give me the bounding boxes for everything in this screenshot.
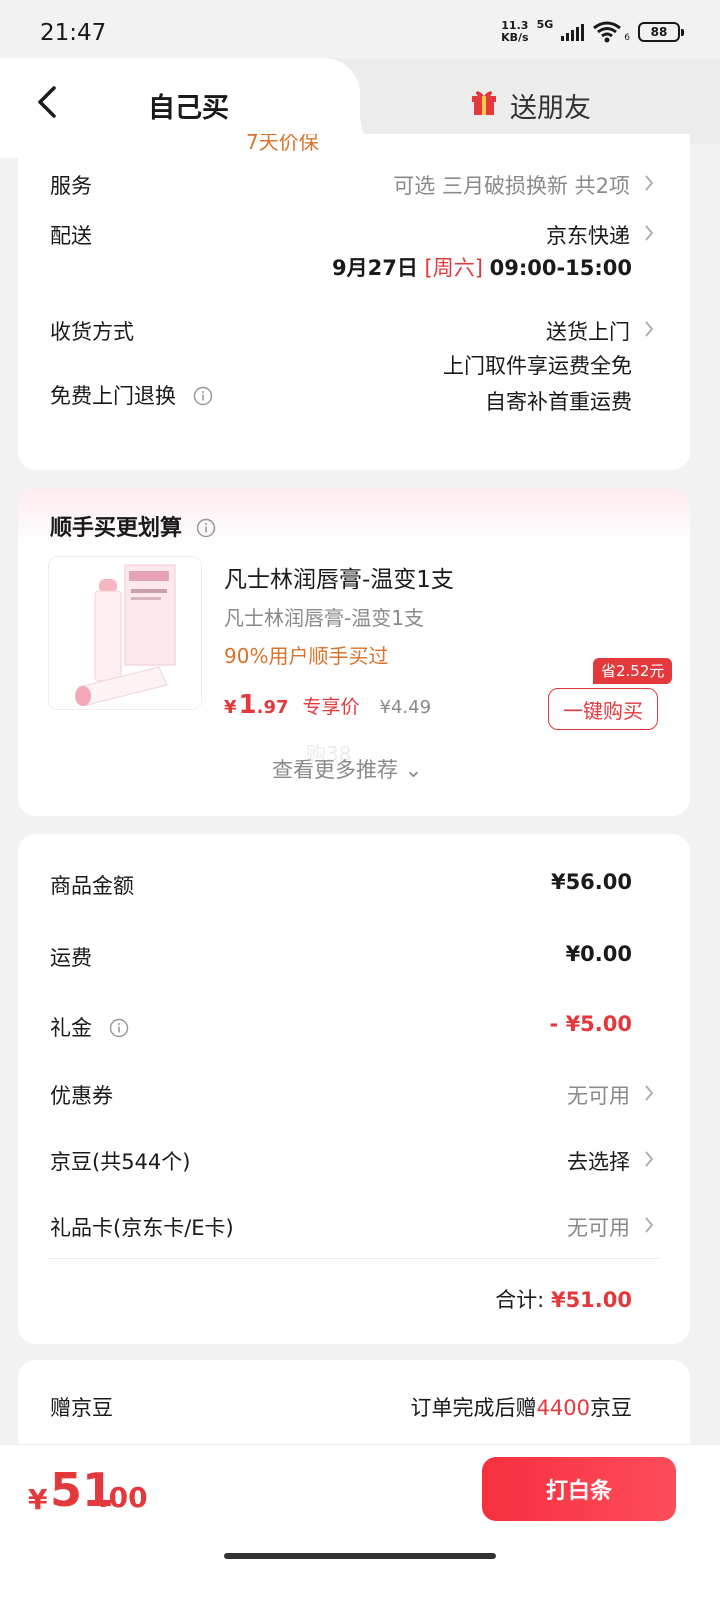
- net-speed-unit: KB/s: [501, 31, 529, 44]
- gift-cash-label-text: 礼金: [50, 1016, 92, 1040]
- network-type: 5G: [536, 17, 554, 31]
- divider: [48, 1258, 660, 1259]
- return-line1: 上门取件享运费全免: [443, 354, 632, 378]
- return-label-text: 免费上门退换: [50, 384, 176, 408]
- chevron-right-icon[interactable]: [644, 1216, 654, 1234]
- price-integer: 1: [238, 690, 257, 720]
- shipping-value: ¥0.00: [565, 942, 632, 966]
- gift-card-label: 礼品卡(京东卡/E卡): [50, 1216, 234, 1240]
- tab-buy-self-label: 自己买: [148, 93, 229, 124]
- goods-amount-value: ¥56.00: [550, 870, 632, 894]
- gift-cash-label: 礼金: [50, 1012, 129, 1042]
- coupon-value[interactable]: 无可用: [567, 1080, 630, 1110]
- chevron-right-icon[interactable]: [644, 320, 654, 338]
- status-time: 21:47: [40, 20, 107, 46]
- addon-product-name[interactable]: 凡士林润唇膏-温变1支: [224, 560, 454, 594]
- order-options-card: 7天价保 服务 可选 三月破损换新 共2项 配送 京东快递 9月27日 [周六]…: [18, 134, 690, 470]
- chevron-right-icon[interactable]: [644, 1084, 654, 1102]
- addon-product-sub: 凡士林润唇膏-温变1支: [224, 606, 424, 630]
- return-label: 免费上门退换: [50, 380, 213, 410]
- one-click-buy-button[interactable]: 一键购买: [548, 688, 658, 730]
- price-decimal: .97: [256, 697, 289, 718]
- bonus-value: 订单完成后赠4400京豆: [411, 1392, 632, 1422]
- bonus-amount: 4400: [536, 1396, 590, 1420]
- service-label: 服务: [50, 174, 92, 198]
- chevron-right-icon[interactable]: [644, 1150, 654, 1168]
- bonus-jingdou-card: 赠京豆 订单完成后赠4400京豆: [18, 1360, 690, 1450]
- price-currency: ¥: [224, 697, 237, 718]
- wifi-icon: [593, 21, 622, 43]
- pay-baitiao-button[interactable]: 打白条: [482, 1457, 676, 1521]
- product-image[interactable]: [48, 556, 202, 710]
- total-row: 合计: ¥51.00: [495, 1284, 632, 1314]
- lip-balm-image: [75, 564, 176, 706]
- delivery-window: 09:00-15:00: [489, 256, 632, 280]
- delivery-carrier[interactable]: 京东快递: [546, 220, 630, 250]
- exclusive-price-label: 专享价: [302, 696, 360, 718]
- return-line2: 自寄补首重运费: [485, 390, 632, 414]
- goods-amount-label: 商品金额: [50, 874, 134, 898]
- chevron-right-icon[interactable]: [644, 224, 654, 242]
- addon-title: 顺手买更划算: [50, 510, 216, 542]
- gift-icon: [472, 91, 496, 115]
- status-bar: 21:47 11.3 KB/s 5G 6 88: [0, 0, 720, 62]
- addon-tag: 90%用户顺手买过: [224, 644, 389, 668]
- jingdou-value[interactable]: 去选择: [567, 1146, 630, 1176]
- delivery-label: 配送: [50, 224, 92, 248]
- coupon-label: 优惠券: [50, 1084, 113, 1108]
- wifi-sub: 6: [624, 33, 630, 43]
- shipping-label: 运费: [50, 946, 92, 970]
- delivery-time[interactable]: 9月27日 [周六] 09:00-15:00: [332, 252, 632, 282]
- battery-level: 88: [650, 25, 668, 39]
- signal-icon: [561, 23, 585, 41]
- original-price: ¥4.49: [379, 697, 432, 718]
- status-icons: 11.3 KB/s 5G 6 88: [501, 17, 684, 44]
- back-arrow-icon[interactable]: [34, 82, 62, 122]
- delivery-date: 9月27日: [331, 256, 418, 280]
- gift-cash-value: - ¥5.00: [549, 1012, 632, 1036]
- receive-label: 收货方式: [50, 320, 134, 344]
- chevron-right-icon[interactable]: [644, 174, 654, 192]
- total-value: ¥51.00: [550, 1288, 632, 1312]
- save-badge: 省2.52元: [593, 658, 673, 684]
- pay-amount-decimal: .00: [98, 1481, 148, 1514]
- addon-title-text: 顺手买更划算: [50, 516, 183, 541]
- bonus-prefix: 订单完成后赠: [410, 1396, 537, 1420]
- total-label: 合计:: [495, 1288, 545, 1312]
- info-icon[interactable]: [193, 386, 213, 406]
- receive-value[interactable]: 送货上门: [546, 316, 630, 346]
- purchase-tabs: 送朋友 自己买: [0, 58, 720, 158]
- addon-price: ¥ 1 .97 专享价 ¥4.49: [224, 690, 431, 720]
- bonus-label: 赠京豆: [50, 1396, 113, 1420]
- info-icon[interactable]: [109, 1018, 129, 1038]
- service-value[interactable]: 可选 三月破损换新 共2项: [393, 170, 630, 200]
- bonus-suffix: 京豆: [590, 1396, 632, 1420]
- addon-card: 顺手买更划算 凡士林润唇膏-温变1支 凡士林润唇膏-温变1支 90%用户顺手买过…: [18, 488, 690, 816]
- tab-send-friend-label: 送朋友: [510, 93, 591, 124]
- net-speed: 11.3 KB/s: [501, 20, 528, 44]
- battery-icon: 88: [638, 22, 684, 42]
- home-indicator[interactable]: [224, 1553, 496, 1559]
- gift-card-value[interactable]: 无可用: [567, 1212, 630, 1242]
- pay-currency: ¥: [28, 1483, 48, 1516]
- jingdou-label: 京豆(共544个): [50, 1150, 191, 1174]
- checkout-bar: ¥ 51 .00 打白条: [0, 1444, 720, 1600]
- delivery-weekday: [周六]: [424, 256, 483, 280]
- info-icon[interactable]: [196, 518, 216, 538]
- price-summary-card: 商品金额 ¥56.00 运费 ¥0.00 礼金 - ¥5.00 优惠券 无可用 …: [18, 834, 690, 1344]
- more-recommendations-link[interactable]: 查看更多推荐 ⌄: [272, 754, 422, 784]
